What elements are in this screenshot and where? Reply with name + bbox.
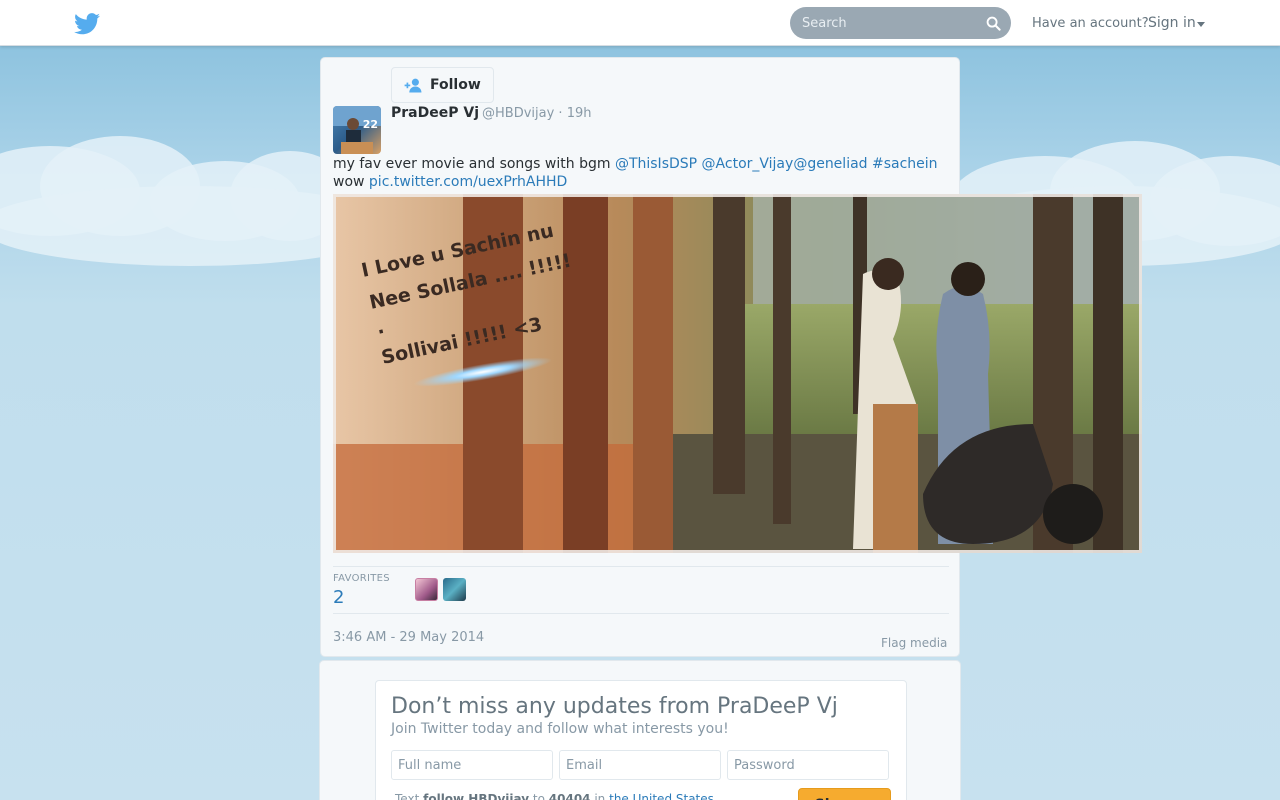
mention-actor-vijay[interactable]: @Actor_Vijay [702, 156, 794, 172]
signin-link[interactable]: Sign in [1148, 15, 1196, 31]
email-field[interactable] [559, 750, 721, 780]
hashtag-sachein[interactable]: #sachein [872, 156, 938, 172]
pic-link[interactable]: pic.twitter.com/uexPrhAHHD [369, 174, 567, 190]
search-input[interactable] [802, 7, 982, 39]
mention-thisisdsp[interactable]: @ThisIsDSP [615, 156, 697, 172]
signup-box: Don’t miss any updates from PraDeeP Vj J… [375, 680, 907, 800]
divider [333, 566, 949, 567]
tweet-card: Follow 22 PraDeeP Vj @HBDvijay · 19h my … [320, 57, 1142, 657]
signup-button[interactable]: Sign up [798, 788, 891, 800]
search-icon[interactable] [986, 16, 1001, 31]
tweet-timestamp: 3:46 AM - 29 May 2014 [333, 630, 485, 645]
favorites-count[interactable]: 2 [333, 587, 344, 608]
twitter-bird-icon[interactable] [74, 13, 100, 35]
tweet-time-ago[interactable]: 19h [567, 106, 592, 121]
author-fullname[interactable]: PraDeeP Vj [391, 105, 479, 121]
tweet-media-image[interactable]: I Love u Sachin nu Nee Sollala .... !!!!… [333, 194, 1142, 553]
sms-country-link[interactable]: the United States [609, 792, 714, 800]
favoriter-avatar[interactable] [415, 578, 438, 601]
signup-section: Don’t miss any updates from PraDeeP Vj J… [319, 660, 961, 800]
add-user-icon [404, 78, 422, 93]
divider [333, 613, 949, 614]
favoriter-avatar[interactable] [443, 578, 466, 601]
tweet-text: my fav ever movie and songs with bgm @Th… [333, 155, 949, 191]
sms-follow-instructions: Text follow HBDvijay to 40404 in the Uni… [395, 792, 714, 800]
sms-command: follow HBDvijay [423, 792, 530, 800]
fullname-field[interactable] [391, 750, 553, 780]
follow-button-label: Follow [430, 77, 481, 93]
author-username[interactable]: @HBDvijay [482, 106, 554, 121]
avatar[interactable]: 22 [333, 106, 381, 154]
signup-title: Don’t miss any updates from PraDeeP Vj [391, 694, 838, 719]
mention-geneliad[interactable]: @geneliad [793, 156, 867, 172]
flag-media-link[interactable]: Flag media [881, 636, 947, 650]
have-account-text: Have an account? [1032, 16, 1149, 31]
password-field[interactable] [727, 750, 889, 780]
sms-number: 40404 [548, 792, 591, 800]
search-box [790, 7, 1011, 39]
tweet-text-part-2: wow [333, 174, 369, 190]
author-meta: @HBDvijay · 19h [482, 106, 592, 121]
tweet-text-part-1: my fav ever movie and songs with bgm [333, 156, 615, 172]
follow-button[interactable]: Follow [391, 67, 494, 103]
top-navigation-bar: Have an account? Sign in [0, 0, 1280, 46]
signup-subtitle: Join Twitter today and follow what inter… [391, 721, 729, 737]
avatar-number: 22 [362, 118, 378, 131]
favorites-label: FAVORITES [333, 573, 390, 584]
chevron-down-icon[interactable] [1197, 22, 1205, 27]
